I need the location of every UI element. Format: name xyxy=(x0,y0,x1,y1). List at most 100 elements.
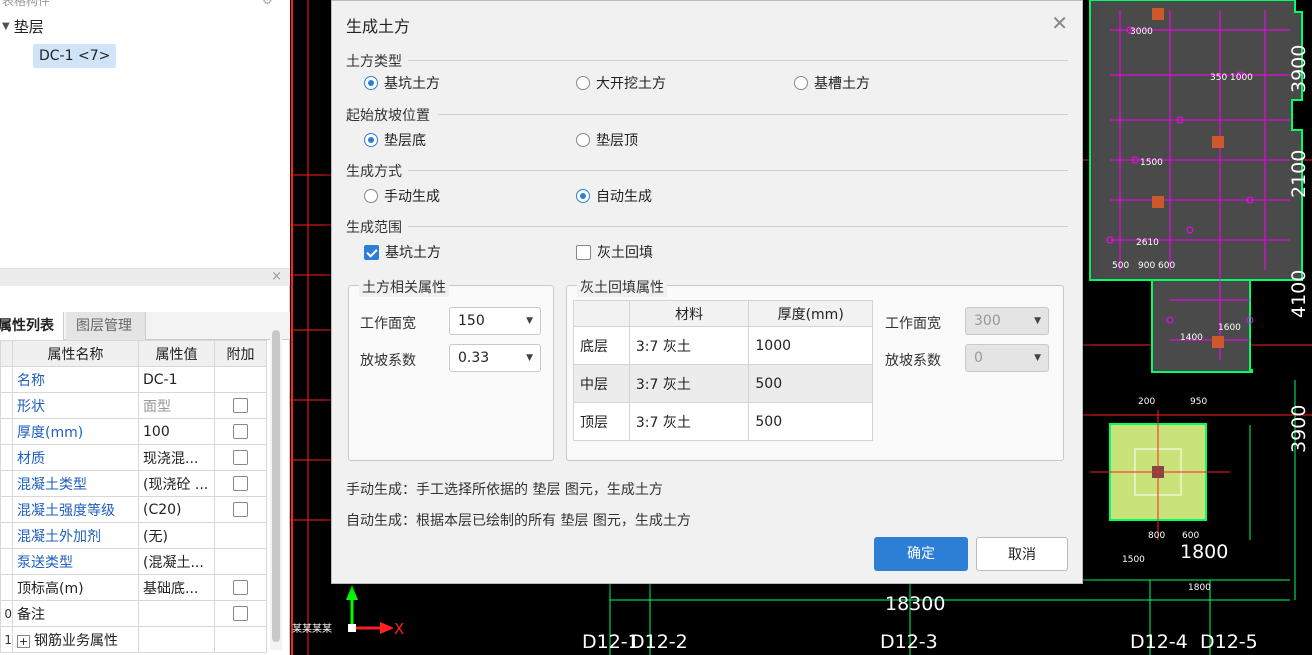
column-header-value: 属性值 xyxy=(138,340,215,367)
property-extra xyxy=(214,444,267,471)
ok-button[interactable]: 确定 xyxy=(874,537,968,571)
close-icon[interactable]: × xyxy=(271,269,282,284)
chevron-down-icon: ▼ xyxy=(1034,353,1041,363)
slope-coef-combo[interactable]: 0.33 ▼ xyxy=(449,344,541,372)
table-row[interactable]: 顶标高(m) 基础底... xyxy=(0,574,267,601)
table-row[interactable]: 0 备注 xyxy=(0,600,267,627)
cad-small-dim: 500 xyxy=(1112,261,1129,271)
cad-axis-d12-3: D12-3 xyxy=(880,631,938,653)
table-row[interactable]: 中层 3:7 灰土 500 xyxy=(573,364,873,403)
radio-trench-earth[interactable]: 基槽土方 xyxy=(794,73,870,93)
radio-label: 垫层底 xyxy=(384,133,426,149)
property-value[interactable] xyxy=(138,626,215,653)
property-name-text: 备注 xyxy=(17,606,45,623)
table-row[interactable]: 材质 现浇混... xyxy=(0,444,267,471)
cad-small-dim: 1800 xyxy=(1188,583,1211,593)
property-name: + 钢筋业务属性 xyxy=(12,626,139,653)
table-row[interactable]: 形状 面型 xyxy=(0,392,267,419)
layer-material[interactable]: 3:7 灰土 xyxy=(628,326,750,365)
radio-dot-icon xyxy=(364,76,378,90)
hint-manual: 手动生成：手工选择所依据的 垫层 图元，生成土方 xyxy=(346,482,663,498)
checkbox-checked-icon xyxy=(364,244,379,260)
property-value[interactable]: 面型 xyxy=(138,392,215,419)
table-row[interactable]: 名称 DC-1 xyxy=(0,366,267,393)
section-divider xyxy=(408,226,1068,227)
table-row[interactable]: 底层 3:7 灰土 1000 xyxy=(573,326,873,365)
checkbox-icon[interactable] xyxy=(233,450,248,465)
property-value[interactable] xyxy=(138,600,215,627)
fill-work-width-label: 工作面宽 xyxy=(885,316,941,332)
tree-header-icon[interactable]: ⚙ xyxy=(262,0,273,7)
radio-cushion-bottom[interactable]: 垫层底 xyxy=(364,130,426,150)
expand-arrow-icon[interactable]: ▼ xyxy=(2,21,10,32)
checkbox-icon[interactable] xyxy=(233,580,248,595)
fill-slope-coef-combo: 0 ▼ xyxy=(965,344,1049,372)
table-row[interactable]: 1 + 钢筋业务属性 xyxy=(0,626,267,653)
property-extra xyxy=(214,418,267,445)
property-value[interactable]: DC-1 xyxy=(138,366,215,393)
work-width-combo[interactable]: 150 ▼ xyxy=(449,307,541,335)
property-name-text: 混凝土类型 xyxy=(17,476,87,493)
layer-thickness[interactable]: 500 xyxy=(748,402,873,441)
work-width-label: 工作面宽 xyxy=(360,316,416,332)
table-row[interactable]: 厚度(mm) 100 xyxy=(0,418,267,445)
tree-leaf-dc1[interactable]: DC-1 <7> xyxy=(33,44,117,68)
close-icon[interactable]: ✕ xyxy=(1051,11,1068,35)
property-extra xyxy=(214,548,267,575)
checkbox-pit-earth[interactable]: 基坑土方 xyxy=(364,242,441,262)
panel-separator: × xyxy=(0,268,290,286)
checkbox-icon[interactable] xyxy=(233,502,248,517)
checkbox-icon[interactable] xyxy=(233,476,248,491)
table-row[interactable]: 顶层 3:7 灰土 500 xyxy=(573,402,873,441)
tree-node-cushion[interactable]: ▼ 垫层 xyxy=(2,16,44,37)
property-value[interactable]: (现浇砼 ... xyxy=(138,470,215,497)
table-row[interactable]: 混凝土强度等级 (C20) xyxy=(0,496,267,523)
expand-plus-icon[interactable]: + xyxy=(17,634,30,648)
property-value[interactable]: 现浇混... xyxy=(138,444,215,471)
radio-auto-generate[interactable]: 自动生成 xyxy=(576,186,652,206)
property-value[interactable]: (混凝土... xyxy=(138,548,215,575)
property-value[interactable]: (无) xyxy=(138,522,215,549)
property-extra xyxy=(214,496,267,523)
cad-small-dim: 1500 xyxy=(1140,158,1163,168)
checkbox-icon[interactable] xyxy=(233,424,248,439)
table-row[interactable]: 混凝土外加剂 (无) xyxy=(0,522,267,549)
tree-header-cut: 表格构件 xyxy=(2,0,51,8)
row-index xyxy=(0,470,13,497)
property-name-text: 材质 xyxy=(17,450,45,467)
section-title-scope: 生成范围 xyxy=(346,220,402,236)
cad-axis-d12-2: D12-2 xyxy=(630,631,688,653)
table-row[interactable]: 泵送类型 (混凝土... xyxy=(0,548,267,575)
property-value[interactable]: 100 xyxy=(138,418,215,445)
checkbox-icon[interactable] xyxy=(233,398,248,413)
radio-open-excavation[interactable]: 大开挖土方 xyxy=(576,73,666,93)
layer-thickness[interactable]: 1000 xyxy=(748,326,873,365)
tab-layer-management[interactable]: 图层管理 xyxy=(66,312,146,340)
property-extra xyxy=(214,470,267,497)
radio-label: 基坑土方 xyxy=(384,76,440,92)
radio-label: 垫层顶 xyxy=(596,133,638,149)
property-value[interactable]: 基础底... xyxy=(138,574,215,601)
tab-property-list[interactable]: 属性列表 xyxy=(0,312,64,340)
property-value[interactable]: (C20) xyxy=(138,496,215,523)
property-extra xyxy=(214,366,267,393)
radio-dot-icon xyxy=(576,133,590,147)
radio-manual-generate[interactable]: 手动生成 xyxy=(364,186,440,206)
row-index xyxy=(0,444,13,471)
radio-pit-earth[interactable]: 基坑土方 xyxy=(364,73,440,93)
property-name-text: 泵送类型 xyxy=(17,554,73,571)
combo-value: 0 xyxy=(974,350,983,366)
layer-material[interactable]: 3:7 灰土 xyxy=(628,402,750,441)
row-index: 0 xyxy=(0,600,13,627)
cancel-button[interactable]: 取消 xyxy=(976,537,1068,571)
radio-cushion-top[interactable]: 垫层顶 xyxy=(576,130,638,150)
row-index xyxy=(0,392,13,419)
layer-material[interactable]: 3:7 灰土 xyxy=(628,364,750,403)
checkbox-lime-backfill[interactable]: 灰土回填 xyxy=(576,242,653,262)
layer-thickness[interactable]: 500 xyxy=(748,364,873,403)
table-row[interactable]: 混凝土类型 (现浇砼 ... xyxy=(0,470,267,497)
checkbox-icon[interactable] xyxy=(233,606,248,621)
scrollbar-thumb[interactable] xyxy=(272,330,280,642)
property-extra xyxy=(214,522,267,549)
row-index xyxy=(0,496,13,523)
